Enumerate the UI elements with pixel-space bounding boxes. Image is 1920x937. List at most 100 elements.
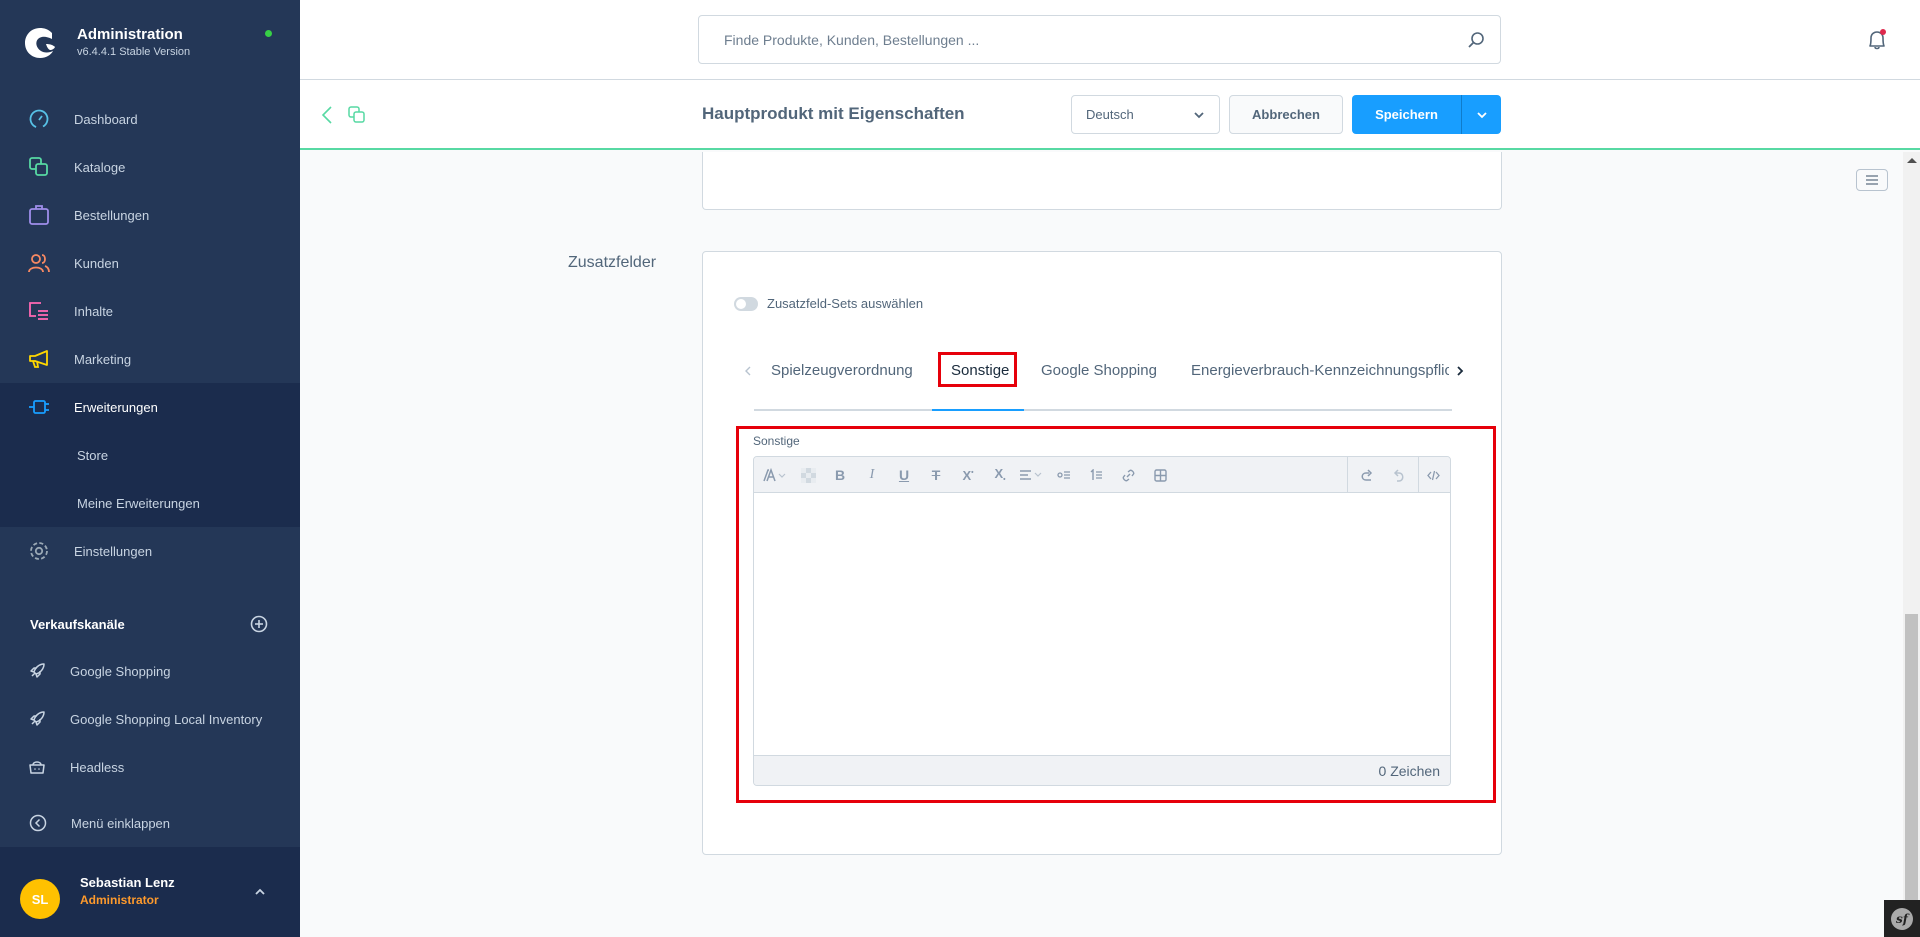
rocket-icon — [30, 711, 45, 726]
custom-field-sets-toggle-label: Zusatzfeld-Sets auswählen — [767, 296, 924, 311]
character-count: 0 Zeichen — [1378, 763, 1440, 779]
user-role: Administrator — [80, 893, 159, 907]
code-view-button[interactable] — [1423, 466, 1443, 484]
language-select[interactable]: Deutsch — [1071, 95, 1220, 134]
sidebar-item-inhalte[interactable]: Inhalte — [0, 287, 300, 335]
toolbar-separator — [1418, 457, 1419, 493]
tab-spielzeugverordnung[interactable]: Spielzeugverordnung — [771, 362, 913, 379]
content-icon — [29, 302, 48, 320]
italic-button[interactable]: I — [862, 466, 882, 484]
subscript-button[interactable]: X• — [990, 466, 1010, 484]
sidebar-item-einstellungen[interactable]: Einstellungen — [0, 527, 300, 575]
brand-header: Administration v6.4.4.1 Stable Version — [0, 0, 300, 90]
text-style-button[interactable] — [762, 466, 790, 484]
link-button[interactable] — [1118, 466, 1138, 484]
chevron-left-icon[interactable] — [743, 364, 753, 378]
chevron-right-icon[interactable] — [1455, 364, 1465, 378]
page-scrollbar[interactable] — [1903, 152, 1920, 937]
chevron-up-icon[interactable] — [253, 885, 267, 899]
search-icon[interactable] — [1467, 31, 1485, 49]
tab-google-shopping[interactable]: Google Shopping — [1041, 362, 1157, 379]
shopping-bag-icon — [29, 205, 49, 225]
gear-icon — [30, 542, 48, 560]
collapse-menu-button[interactable]: Menü einklappen — [0, 799, 300, 847]
sidebar-item-marketing[interactable]: Marketing — [0, 335, 300, 383]
bold-button[interactable]: B — [830, 466, 850, 484]
chevron-left-circle-icon — [29, 814, 47, 832]
redo-button[interactable] — [1389, 466, 1409, 484]
ordered-list-icon — [1090, 469, 1102, 480]
sidebar-item-label: Bestellungen — [74, 207, 150, 223]
align-button[interactable] — [1018, 466, 1046, 484]
custom-fields-card: Zusatzfeld-Sets auswählen Spielzeugveror… — [702, 251, 1502, 855]
sidebar-item-label: Google Shopping Local Inventory — [70, 711, 263, 727]
text-style-icon — [763, 468, 786, 482]
save-button[interactable]: Speichern — [1352, 95, 1461, 134]
notification-bell-icon[interactable] — [1865, 28, 1889, 52]
scroll-thumb[interactable] — [1905, 614, 1918, 914]
tab-active-indicator — [932, 409, 1024, 411]
gauge-icon — [29, 109, 49, 129]
text-color-button[interactable] — [798, 466, 818, 484]
field-label: Sonstige — [753, 434, 800, 448]
catalog-module-icon — [348, 106, 365, 123]
sidebar-item-bestellungen[interactable]: Bestellungen — [0, 191, 300, 239]
tab-energieverbrauch[interactable]: Energieverbrauch-Kennzeichnungspflicht — [1191, 362, 1449, 379]
chevron-down-icon — [1476, 111, 1487, 118]
sidebar: Administration v6.4.4.1 Stable Version D… — [0, 0, 300, 937]
code-icon — [1426, 470, 1440, 480]
editor-toolbar: B I U T X• X• — [754, 457, 1450, 493]
undo-icon — [1361, 468, 1372, 481]
sidebar-item-dashboard[interactable]: Dashboard — [0, 95, 300, 143]
user-name: Sebastian Lenz — [80, 875, 175, 890]
tab-baseline — [754, 409, 1452, 411]
sidebar-item-label: Marketing — [74, 351, 132, 367]
status-indicator — [265, 30, 272, 37]
sidebar-subitem-meine-erweiterungen[interactable]: Meine Erweiterungen — [0, 479, 300, 527]
collapse-menu-label: Menü einklappen — [71, 815, 171, 831]
previous-card — [702, 152, 1502, 210]
link-icon — [1122, 469, 1134, 481]
editor-footer: 0 Zeichen — [754, 755, 1450, 785]
symfony-debug-toolbar[interactable]: sf — [1884, 900, 1920, 937]
superscript-button[interactable]: X• — [958, 466, 978, 484]
save-options-button[interactable] — [1461, 95, 1501, 134]
editor-content[interactable] — [754, 493, 1450, 753]
global-search[interactable] — [698, 15, 1501, 64]
sales-channel-google-shopping-local-inventory[interactable]: Google Shopping Local Inventory — [0, 695, 300, 743]
back-icon[interactable] — [320, 105, 334, 125]
undo-button[interactable] — [1357, 466, 1377, 484]
text-editor: B I U T X• X• 0 Zeichen — [753, 456, 1451, 786]
sidebar-item-label: Store — [77, 447, 109, 463]
sales-channel-headless[interactable]: Headless — [0, 743, 300, 791]
ordered-list-button[interactable] — [1086, 466, 1106, 484]
table-button[interactable] — [1150, 466, 1170, 484]
sidebar-toggle-button[interactable] — [1856, 169, 1888, 191]
bold-icon: B — [834, 467, 846, 483]
sidebar-subitem-store[interactable]: Store — [0, 431, 300, 479]
add-sales-channel-icon[interactable] — [250, 615, 268, 633]
hamburger-icon — [1866, 175, 1878, 185]
top-header — [300, 0, 1920, 80]
sidebar-item-erweiterungen[interactable]: Erweiterungen — [0, 383, 300, 431]
custom-field-sets-toggle[interactable] — [734, 297, 758, 311]
subscript-icon: X• — [994, 466, 1006, 484]
strikethrough-button[interactable]: T — [926, 466, 946, 484]
catalog-icon — [29, 157, 48, 176]
underline-button[interactable]: U — [894, 466, 914, 484]
sidebar-item-kataloge[interactable]: Kataloge — [0, 143, 300, 191]
content-area: Zusatzfelder Zusatzfeld-Sets auswählen S… — [300, 152, 1903, 937]
smart-bar: Hauptprodukt mit Eigenschaften Deutsch A… — [300, 80, 1920, 150]
highlight-box-tab — [938, 352, 1017, 387]
search-input[interactable] — [699, 16, 1500, 63]
cancel-button[interactable]: Abbrechen — [1229, 95, 1343, 134]
sales-channel-google-shopping[interactable]: Google Shopping — [0, 647, 300, 695]
custom-fields-section-label: Zusatzfelder — [568, 254, 657, 271]
user-menu[interactable]: SL Sebastian Lenz Administrator — [0, 847, 300, 937]
scroll-up-arrow-icon[interactable] — [1907, 158, 1917, 163]
unordered-list-button[interactable] — [1054, 466, 1074, 484]
sidebar-item-kunden[interactable]: Kunden — [0, 239, 300, 287]
page-title: Hauptprodukt mit Eigenschaften — [702, 104, 965, 123]
custom-field-tabs: Spielzeugverordnung Sonstige Google Shop… — [733, 352, 1473, 412]
sidebar-item-label: Kataloge — [74, 159, 126, 175]
